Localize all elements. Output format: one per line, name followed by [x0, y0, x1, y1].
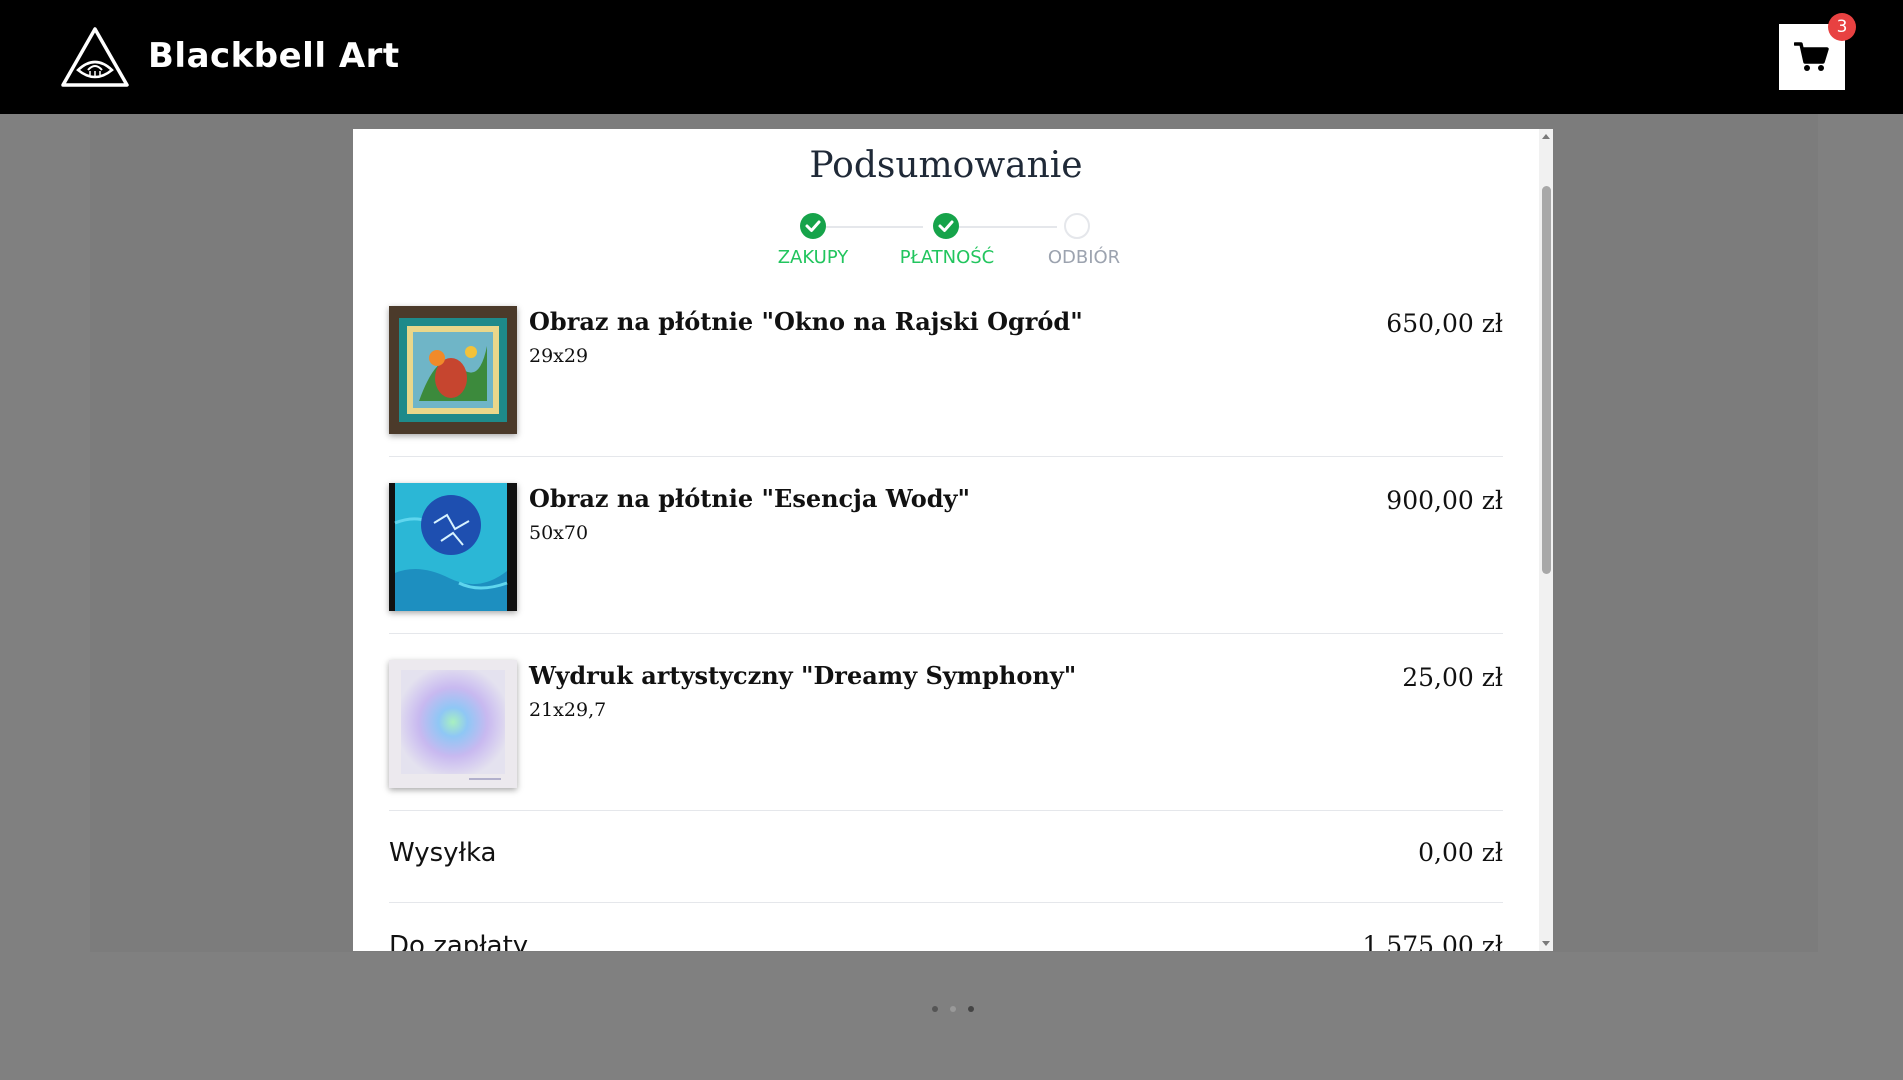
shopping-cart-icon [1794, 42, 1829, 71]
product-thumbnail[interactable] [389, 660, 517, 788]
dot [950, 1006, 956, 1012]
item-name[interactable]: Obraz na płótnie "Esencja Wody" [529, 484, 970, 513]
cart-item: Wydruk artystyczny "Dreamy Symphony" 21x… [389, 639, 1503, 816]
order-summary-modal: Podsumowanie ZAKUPY PŁATNOŚĆ ODBIÓR Obra… [353, 129, 1553, 951]
cart-count-badge: 3 [1828, 13, 1856, 41]
item-price: 650,00 zł [1386, 309, 1503, 338]
item-name[interactable]: Wydruk artystyczny "Dreamy Symphony" [529, 661, 1076, 690]
shipping-label: Wysyłka [389, 838, 497, 868]
step-2-check-icon [933, 213, 959, 239]
total-value: 1 575,00 zł [1362, 931, 1503, 951]
step-3-pending-circle [1064, 213, 1090, 239]
divider [389, 902, 1503, 903]
logo-eye-triangle-icon[interactable] [60, 26, 130, 88]
total-row: Do zapłaty 1 575,00 zł [389, 931, 1503, 951]
modal-scrollbar[interactable] [1539, 129, 1553, 951]
top-navbar: Blackbell Art 3 [0, 0, 1903, 114]
cart-item: Obraz na płótnie "Okno na Rajski Ogród" … [389, 285, 1503, 462]
shipping-row: Wysyłka 0,00 zł [389, 838, 1503, 898]
scroll-up-arrow-icon[interactable] [1542, 134, 1550, 139]
dot [968, 1006, 974, 1012]
loading-dots [928, 1006, 978, 1016]
step-label-platnosc: PŁATNOŚĆ [899, 247, 995, 268]
brand-name[interactable]: Blackbell Art [148, 36, 400, 76]
divider [389, 456, 1503, 457]
step-label-odbior: ODBIÓR [1047, 247, 1121, 268]
divider [389, 810, 1503, 811]
scroll-down-arrow-icon[interactable] [1542, 941, 1550, 946]
product-thumbnail[interactable] [389, 306, 517, 434]
item-size: 29x29 [529, 345, 589, 367]
item-price: 900,00 zł [1386, 486, 1503, 515]
modal-content: Podsumowanie ZAKUPY PŁATNOŚĆ ODBIÓR Obra… [353, 129, 1539, 951]
modal-title: Podsumowanie [809, 145, 1083, 186]
total-label: Do zapłaty [389, 931, 529, 951]
dot [932, 1006, 938, 1012]
step-1-check-icon [800, 213, 826, 239]
product-thumbnail[interactable] [389, 483, 517, 611]
scrollbar-thumb[interactable] [1542, 186, 1551, 574]
step-label-zakupy: ZAKUPY [777, 247, 849, 268]
item-size: 21x29,7 [529, 699, 607, 721]
divider [389, 633, 1503, 634]
stepper-line-2 [947, 226, 1057, 228]
stepper-line-1 [813, 226, 923, 228]
item-price: 25,00 zł [1402, 663, 1503, 692]
item-size: 50x70 [529, 522, 589, 544]
item-name[interactable]: Obraz na płótnie "Okno na Rajski Ogród" [529, 307, 1083, 336]
shipping-value: 0,00 zł [1418, 838, 1503, 867]
cart-item: Obraz na płótnie "Esencja Wody" 50x70 90… [389, 462, 1503, 639]
